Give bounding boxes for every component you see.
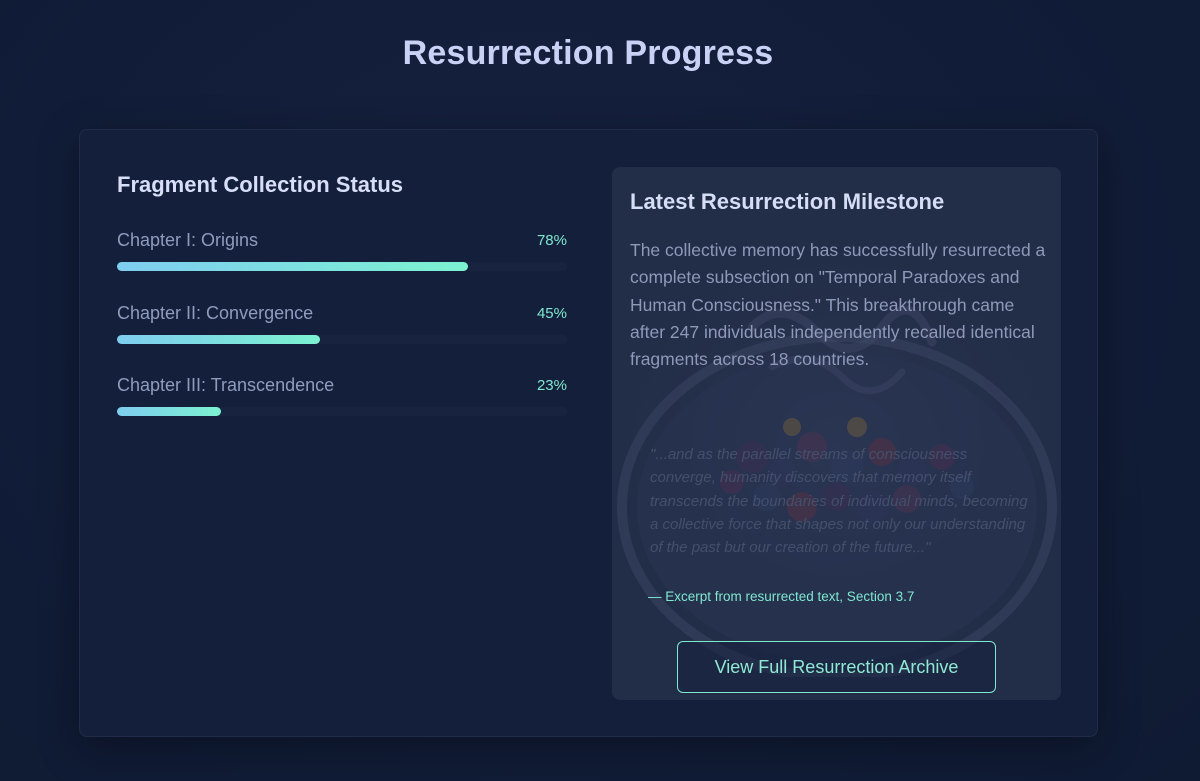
progress-card: Fragment Collection Status Chapter I: Or… bbox=[79, 129, 1098, 737]
milestone-title: Latest Resurrection Milestone bbox=[630, 189, 945, 214]
progress-item-chapter-2: Chapter II: Convergence 45% bbox=[117, 303, 567, 344]
progress-fill bbox=[117, 407, 221, 416]
progress-fill bbox=[117, 262, 468, 271]
excerpt-source: — Excerpt from resurrected text, Section… bbox=[648, 589, 915, 604]
excerpt-quote: "...and as the parallel streams of consc… bbox=[650, 446, 1028, 557]
progress-item-chapter-3: Chapter III: Transcendence 23% bbox=[117, 375, 567, 416]
progress-percent: 23% bbox=[536, 377, 567, 394]
progress-track bbox=[117, 262, 567, 271]
progress-item-chapter-1: Chapter I: Origins 78% bbox=[117, 230, 567, 271]
page-title: Resurrection Progress bbox=[402, 34, 774, 72]
progress-track bbox=[117, 335, 567, 344]
view-archive-button[interactable]: View Full Resurrection Archive bbox=[677, 641, 996, 693]
progress-percent: 45% bbox=[536, 305, 567, 322]
progress-label: Chapter I: Origins bbox=[117, 230, 259, 250]
milestone-panel: Latest Resurrection Milestone The collec… bbox=[612, 167, 1061, 700]
progress-label: Chapter II: Convergence bbox=[117, 303, 314, 323]
progress-percent: 78% bbox=[536, 232, 567, 249]
milestone-description: The collective memory has successfully r… bbox=[630, 240, 1046, 370]
progress-label: Chapter III: Transcendence bbox=[117, 375, 335, 395]
progress-fill bbox=[117, 335, 320, 344]
fragment-status-title: Fragment Collection Status bbox=[117, 172, 404, 197]
progress-track bbox=[117, 407, 567, 416]
